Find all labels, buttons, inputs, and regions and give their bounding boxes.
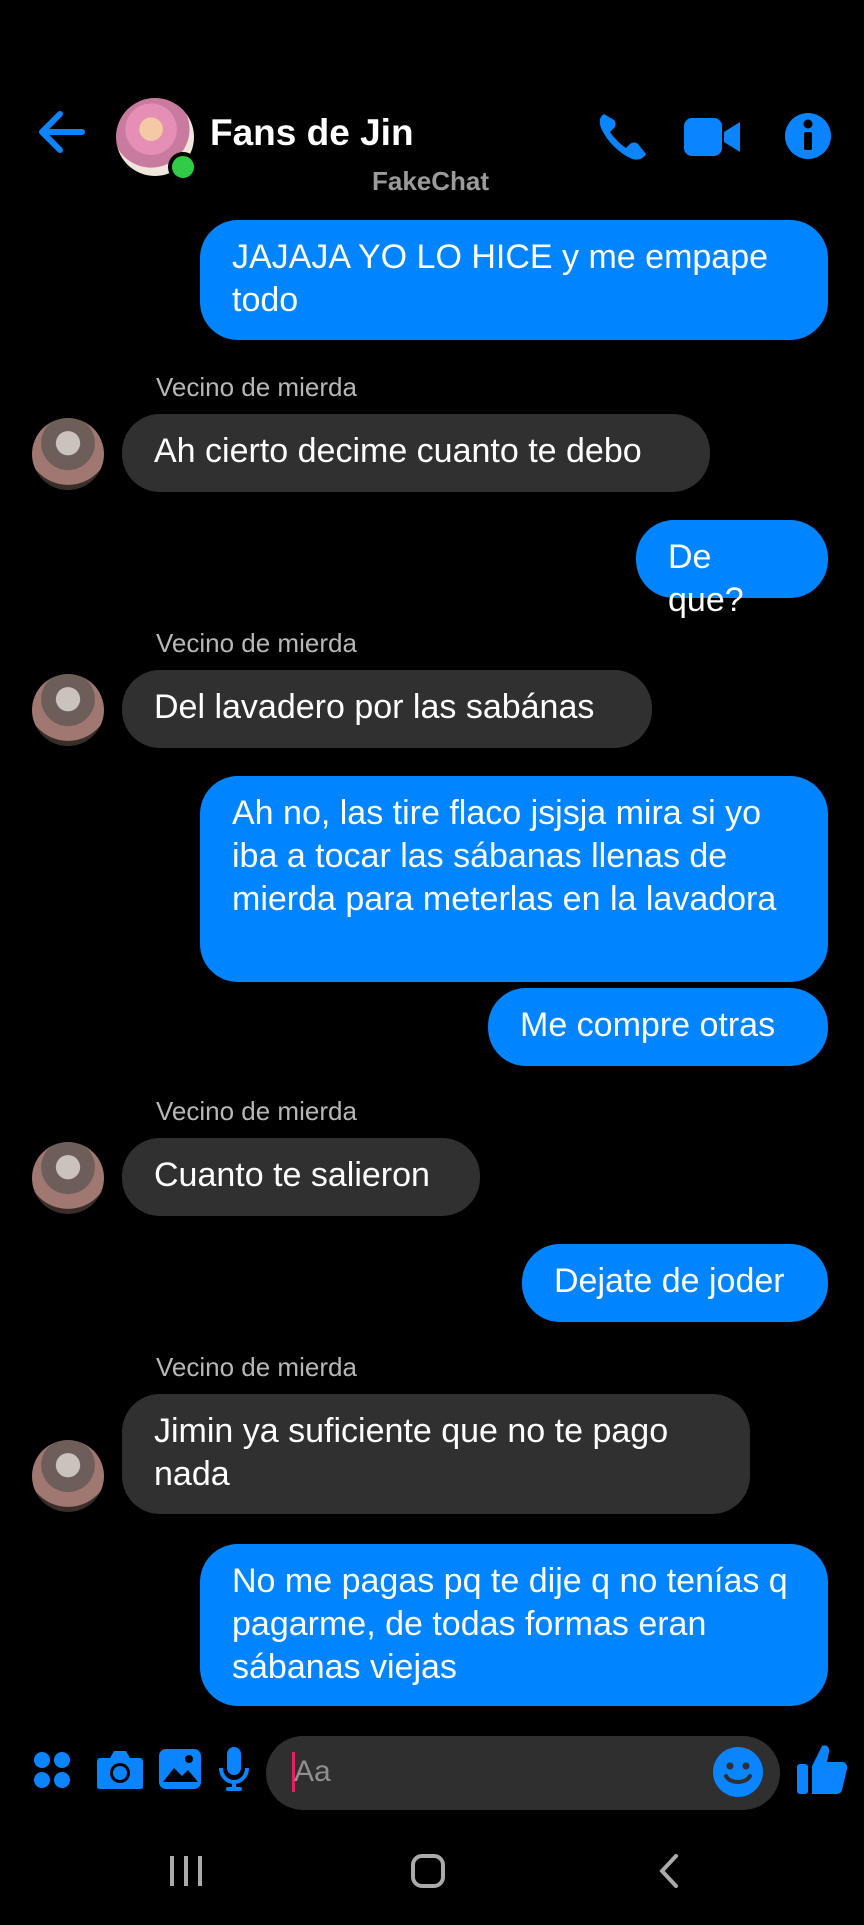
message-incoming[interactable]: Jimin ya suficiente que no te pago nada	[122, 1394, 750, 1514]
message-outgoing[interactable]: Me compre otras	[488, 988, 828, 1066]
back-nav-icon[interactable]	[659, 1854, 678, 1888]
camera-button[interactable]	[96, 1748, 144, 1795]
apps-icon	[34, 1752, 70, 1788]
message-outgoing[interactable]: Ah no, las tire flaco jsjsja mira si yo …	[200, 776, 828, 982]
message-outgoing[interactable]: De que?	[636, 520, 828, 619]
online-status-dot	[168, 152, 198, 182]
image-icon	[159, 1749, 201, 1789]
arrow-left-icon	[39, 111, 85, 153]
sender-avatar[interactable]	[32, 1440, 104, 1512]
sender-avatar[interactable]	[32, 418, 104, 490]
video-camera-icon	[684, 118, 740, 156]
message-incoming[interactable]: Cuanto te salieron	[122, 1138, 480, 1216]
message-incoming[interactable]: Ah cierto decime cuanto te debo	[122, 414, 710, 492]
info-button[interactable]	[784, 112, 832, 160]
smiley-icon	[713, 1747, 763, 1797]
message-incoming[interactable]: Del lavadero por las sabánas	[122, 670, 652, 748]
message-input[interactable]	[266, 1736, 780, 1810]
message-outgoing[interactable]: JAJAJA YO LO HICE y me empape todo	[200, 220, 828, 340]
message-outgoing[interactable]: No me pagas pq te dije q no tenías q pag…	[200, 1544, 828, 1706]
phone-icon	[599, 114, 646, 160]
sender-avatar[interactable]	[32, 1142, 104, 1214]
chat-subtitle: FakeChat	[372, 166, 490, 196]
sender-name: Vecino de mierda	[156, 1096, 357, 1126]
back-button[interactable]	[38, 110, 94, 162]
info-icon	[785, 113, 831, 159]
camera-icon	[97, 1751, 143, 1789]
thumbs-up-icon	[797, 1745, 848, 1794]
sender-name: Vecino de mierda	[156, 372, 357, 402]
emoji-button[interactable]	[712, 1746, 764, 1803]
apps-button[interactable]	[32, 1750, 72, 1795]
call-button[interactable]	[596, 108, 648, 164]
message-input-placeholder: Aa	[294, 1755, 331, 1788]
home-icon[interactable]	[411, 1854, 445, 1888]
gallery-button[interactable]	[158, 1748, 202, 1795]
video-call-button[interactable]	[684, 116, 742, 158]
recent-apps-icon[interactable]	[170, 1856, 202, 1886]
sender-name: Vecino de mierda	[156, 1352, 357, 1382]
microphone-button[interactable]	[218, 1746, 250, 1797]
microphone-icon	[219, 1747, 249, 1791]
chat-title[interactable]: Fans de Jin	[210, 112, 414, 154]
system-navigation-bar	[0, 1840, 864, 1920]
sender-name: Vecino de mierda	[156, 628, 357, 658]
like-button[interactable]	[796, 1742, 848, 1801]
message-outgoing[interactable]: Dejate de joder	[522, 1244, 828, 1322]
sender-avatar[interactable]	[32, 674, 104, 746]
